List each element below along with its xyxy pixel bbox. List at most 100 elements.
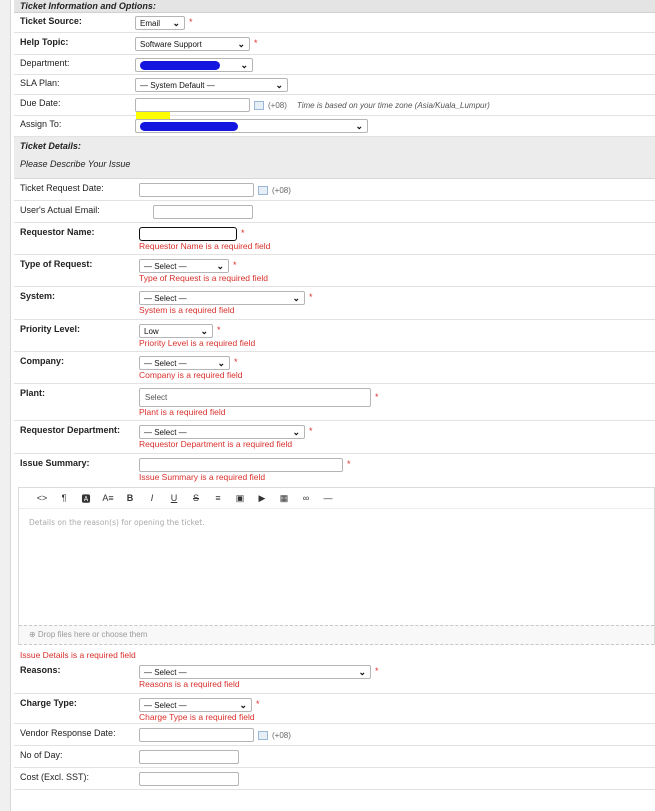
table-icon[interactable]: ▦ [273, 493, 295, 504]
sla-plan-value: — System Default — [140, 80, 215, 90]
reasons-error: Reasons is a required field [139, 679, 240, 689]
priority-level-select[interactable]: Low ⌄ [139, 324, 213, 338]
chevron-down-icon: ⌄ [216, 260, 224, 271]
required-marker: * [233, 260, 237, 271]
no-of-day-label: No of Day: [20, 750, 63, 760]
priority-level-error: Priority Level is a required field [139, 338, 256, 348]
system-error: System is a required field [139, 305, 235, 315]
italic-icon[interactable]: I [141, 493, 163, 503]
required-marker: * [375, 666, 379, 677]
calendar-icon[interactable] [258, 185, 268, 195]
charge-type-select[interactable]: — Select — ⌄ [139, 698, 252, 712]
underline-icon[interactable]: U [163, 493, 185, 503]
calendar-icon[interactable] [258, 730, 268, 740]
row-assign-to: Assign To: ⌄ [14, 112, 655, 137]
company-select[interactable]: — Select — ⌄ [139, 356, 230, 370]
vendor-response-date-input[interactable] [139, 728, 254, 742]
issue-details-editor: <> ¶ 🅰 A≡ B I U S ≡ ▣ ▶ ▦ ∞ — Details on… [18, 487, 655, 645]
row-system: System: — Select — ⌄ * System is a require… [14, 287, 655, 320]
row-ticket-request-date: Ticket Request Date: (+08) [14, 179, 655, 201]
redacted-value [140, 60, 220, 70]
help-topic-select[interactable]: Software Support ⌄ [135, 37, 250, 51]
left-scroll-gutter [0, 0, 11, 811]
system-select[interactable]: — Select — ⌄ [139, 291, 305, 305]
plant-error: Plant is a required field [139, 407, 226, 417]
ticket-form: Ticket Information and Options: Ticket S… [14, 0, 655, 790]
row-cost: Cost (Excl. SST): [14, 768, 655, 790]
describe-issue-text: Please Describe Your Issue [20, 159, 131, 169]
department-select[interactable]: ⌄ [135, 58, 253, 72]
bold-icon[interactable]: B [119, 493, 141, 503]
requestor-name-label: Requestor Name: [20, 227, 95, 237]
company-error: Company is a required field [139, 370, 243, 380]
required-marker: * [256, 699, 260, 710]
plant-input[interactable]: Select [139, 388, 371, 407]
type-of-request-error: Type of Request is a required field [139, 273, 268, 283]
editor-toolbar: <> ¶ 🅰 A≡ B I U S ≡ ▣ ▶ ▦ ∞ — [19, 488, 654, 509]
image-icon[interactable]: ▣ [229, 493, 251, 504]
chevron-down-icon: ⌄ [200, 325, 208, 336]
vendor-response-date-label: Vendor Response Date: [20, 728, 116, 738]
issue-summary-input[interactable] [139, 458, 343, 472]
row-issue-summary: Issue Summary: * Issue Summary is a requ… [14, 454, 655, 484]
charge-type-value: — Select — [144, 700, 187, 710]
file-drop-zone[interactable]: ⊕ Drop files here or choose them [19, 625, 654, 645]
sla-plan-select[interactable]: — System Default — ⌄ [135, 78, 288, 92]
due-date-timezone: (+08) [268, 100, 287, 110]
issue-summary-error: Issue Summary is a required field [139, 472, 266, 482]
row-company: Company: — Select — ⌄ * Company is a requi… [14, 352, 655, 384]
required-marker: * [347, 459, 351, 470]
cost-input[interactable] [139, 772, 239, 786]
type-of-request-select[interactable]: — Select — ⌄ [139, 259, 229, 273]
issue-details-textarea[interactable]: Details on the reason(s) for opening the… [19, 509, 654, 625]
company-label: Company: [20, 356, 65, 366]
chevron-down-icon: ⌄ [172, 17, 180, 28]
row-type-of-request: Type of Request: — Select — ⌄ * Type of Re… [14, 255, 655, 287]
required-marker: * [254, 38, 258, 49]
help-topic-value: Software Support [140, 39, 202, 49]
paragraph-icon[interactable]: ¶ [53, 493, 75, 503]
users-email-input[interactable] [153, 205, 253, 219]
row-vendor-response-date: Vendor Response Date: (+08) [14, 724, 655, 746]
redacted-value [140, 121, 238, 131]
priority-level-label: Priority Level: [20, 324, 81, 334]
calendar-icon[interactable] [254, 100, 264, 110]
row-plant: Plant: Select * Plant is a required field [14, 384, 655, 421]
font-size-icon[interactable]: A≡ [97, 493, 119, 503]
required-marker: * [309, 292, 313, 303]
requestor-name-input[interactable] [139, 227, 237, 241]
users-email-label: User's Actual Email: [20, 205, 100, 215]
text-color-icon[interactable]: 🅰 [75, 492, 97, 505]
ticket-request-date-input[interactable] [139, 183, 254, 197]
chevron-down-icon: ⌄ [237, 38, 245, 49]
help-topic-label: Help Topic: [20, 37, 69, 47]
highlight-mark [136, 112, 170, 119]
ticket-request-date-label: Ticket Request Date: [20, 183, 104, 193]
code-view-icon[interactable]: <> [31, 493, 53, 503]
no-of-day-input[interactable] [139, 750, 239, 764]
due-date-input[interactable] [135, 98, 250, 112]
charge-type-label: Charge Type: [20, 698, 77, 708]
requestor-department-select[interactable]: — Select — ⌄ [139, 425, 305, 439]
required-marker: * [234, 357, 238, 368]
chevron-down-icon: ⌄ [240, 59, 248, 70]
issue-summary-label: Issue Summary: [20, 458, 90, 468]
section-ticket-details: Ticket Details: [20, 141, 81, 151]
required-marker: * [189, 17, 193, 28]
assign-to-select[interactable]: ⌄ [135, 119, 368, 133]
section-ticket-information: Ticket Information and Options: [14, 0, 655, 13]
strikethrough-icon[interactable]: S [185, 493, 207, 503]
ticket-source-select[interactable]: Email ⌄ [135, 16, 185, 30]
chevron-down-icon: ⌄ [239, 699, 247, 710]
video-icon[interactable]: ▶ [251, 493, 273, 504]
reasons-select[interactable]: — Select — ⌄ [139, 665, 371, 679]
department-label: Department: [20, 58, 70, 68]
sla-plan-label: SLA Plan: [20, 78, 60, 88]
link-icon[interactable]: ∞ [295, 493, 317, 503]
list-icon[interactable]: ≡ [207, 493, 229, 503]
horizontal-rule-icon[interactable]: — [317, 493, 339, 503]
chevron-down-icon: ⌄ [292, 292, 300, 303]
vendor-response-date-timezone: (+08) [272, 730, 291, 740]
row-users-email: User's Actual Email: [14, 201, 655, 223]
chevron-down-icon: ⌄ [275, 79, 283, 90]
